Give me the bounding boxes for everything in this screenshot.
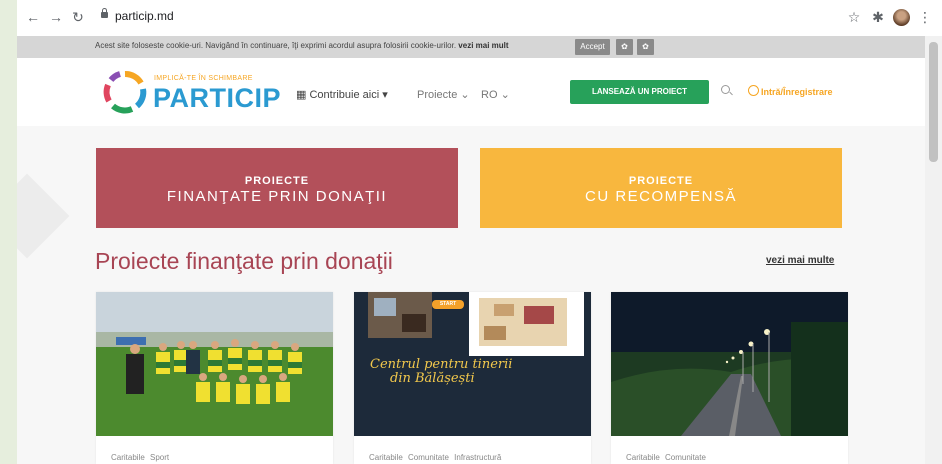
lock-icon[interactable] — [101, 8, 108, 18]
cookie-close-icon[interactable]: ✿ — [637, 39, 654, 55]
chevron-down-icon: ▾ — [382, 89, 388, 101]
forward-icon[interactable]: → — [48, 9, 64, 25]
project-card[interactable]: Caritabile Sport — [96, 292, 333, 464]
project-tags: Caritabile Comunitate Infrastructură — [369, 453, 502, 462]
site-header: IMPLICĂ-TE ÎN SCHIMBARE PARTICIP ▦ Contr… — [17, 58, 925, 126]
nav-contribute[interactable]: ▦ Contribuie aici ▾ — [296, 88, 388, 101]
nav-contribute-label: Contribuie aici — [309, 89, 380, 101]
project-tags: Caritabile Comunitate — [626, 453, 706, 462]
star-icon[interactable]: ☆ — [845, 8, 863, 26]
cookie-more-link[interactable]: vezi mai mult — [458, 41, 508, 50]
nav-projects[interactable]: Proiecte ⌄ — [417, 88, 470, 101]
category-donations-card[interactable]: PROIECTE FINANŢATE PRIN DONAŢII — [96, 148, 458, 228]
project-image-street-lights — [611, 292, 848, 436]
project-card[interactable]: START Centrul pentru tinerii din Bălășeș… — [354, 292, 591, 464]
browser-window: ← → ↻ particip.md ☆ ✱ ⋮ Acest site folos… — [17, 0, 942, 464]
project-image-caption: Centrul pentru tinerii din Bălășești — [370, 358, 512, 386]
section-title: Proiecte finanţate prin donaţii — [95, 248, 393, 274]
cookie-message-text: Acest site foloseste cookie-uri. Navigân… — [95, 41, 457, 50]
chevron-down-icon: ⌄ — [460, 89, 470, 101]
grid-icon: ▦ — [296, 89, 307, 101]
logo-name[interactable]: PARTICIP — [153, 83, 281, 114]
category-donations-title: PROIECTE — [244, 175, 310, 187]
project-card[interactable]: Caritabile Comunitate — [611, 292, 848, 464]
cookie-accept-button[interactable]: Accept — [575, 39, 610, 55]
category-rewards-title: PROIECTE — [628, 175, 694, 187]
nav-language-label: RO — [481, 89, 498, 101]
caption-line-2: din Bălășești — [390, 371, 475, 386]
main-content: PROIECTE FINANŢATE PRIN DONAŢII PROIECTE… — [17, 126, 925, 464]
scrollbar-thumb[interactable] — [929, 42, 938, 162]
address-bar[interactable]: particip.md — [115, 9, 174, 23]
browser-toolbar: ← → ↻ particip.md ☆ ✱ ⋮ — [17, 0, 942, 37]
project-tags: Caritabile Sport — [111, 453, 170, 462]
project-image-football-team — [96, 292, 333, 436]
category-donations-subtitle: FINANŢATE PRIN DONAŢII — [166, 188, 388, 205]
page-scrollbar[interactable] — [925, 36, 942, 464]
search-icon[interactable] — [721, 85, 730, 94]
back-icon[interactable]: ← — [25, 9, 41, 25]
start-badge: START — [432, 300, 464, 309]
chevron-down-icon: ⌄ — [500, 89, 510, 101]
category-rewards-subtitle: CU RECOMPENSĂ — [584, 188, 738, 205]
caption-line-1: Centrul pentru tinerii — [370, 357, 513, 372]
reload-icon[interactable]: ↻ — [70, 9, 86, 25]
login-link[interactable]: Intră/Înregistrare — [761, 87, 833, 97]
cookie-message: Acest site foloseste cookie-uri. Navigân… — [95, 41, 509, 50]
launch-project-button[interactable]: LANSEAZĂ UN PROIECT — [570, 80, 709, 104]
background-decoration — [17, 173, 70, 259]
nav-projects-label: Proiecte — [417, 89, 458, 101]
profile-avatar[interactable] — [893, 9, 910, 26]
particip-logo-icon[interactable] — [101, 68, 149, 116]
nav-language[interactable]: RO ⌄ — [481, 88, 510, 101]
cookie-settings-icon[interactable]: ✿ — [616, 39, 633, 55]
category-rewards-card[interactable]: PROIECTE CU RECOMPENSĂ — [480, 148, 842, 228]
extensions-icon[interactable]: ✱ — [869, 8, 887, 26]
user-icon[interactable] — [748, 85, 759, 96]
logo-tagline: IMPLICĂ-TE ÎN SCHIMBARE — [154, 75, 253, 82]
cookie-bar: Acest site foloseste cookie-uri. Navigân… — [17, 36, 925, 58]
see-more-link[interactable]: vezi mai multe — [766, 255, 834, 266]
menu-icon[interactable]: ⋮ — [916, 8, 934, 26]
